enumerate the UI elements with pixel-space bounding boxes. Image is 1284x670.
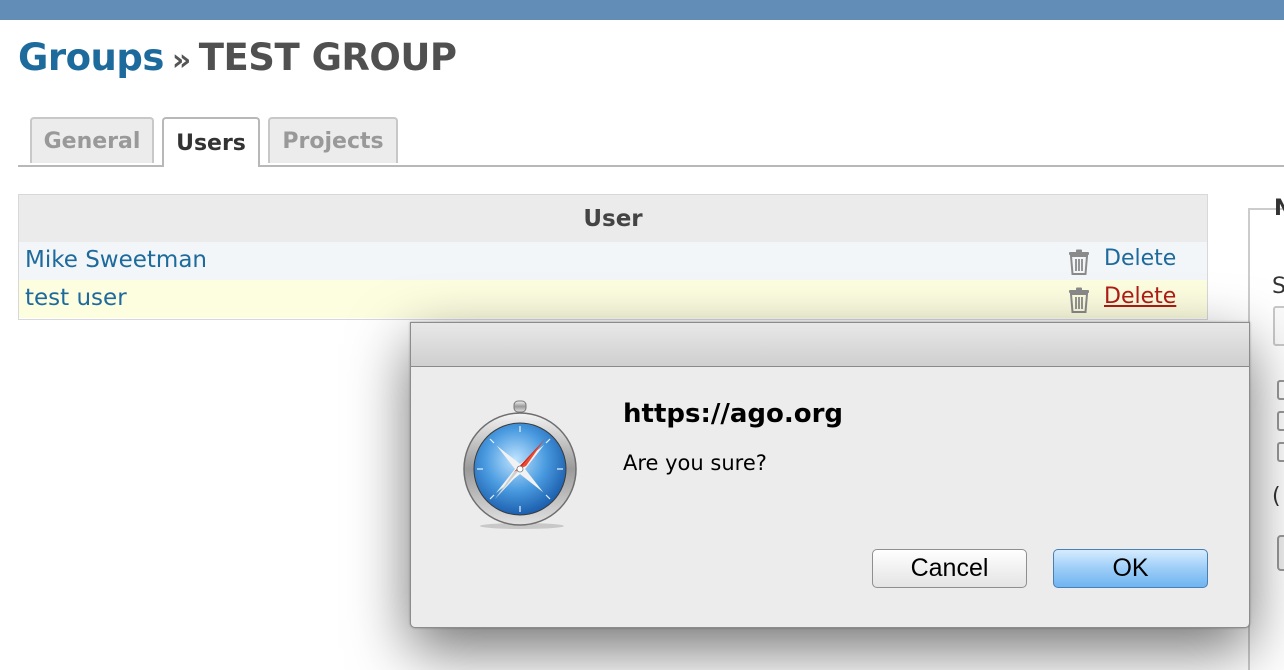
dialog-titlebar [411,323,1249,367]
side-panel-title-fragment: N [1274,196,1284,221]
tab-general[interactable]: General [30,117,154,163]
side-panel-checkbox[interactable] [1277,380,1284,400]
ok-button[interactable]: OK [1053,549,1208,588]
breadcrumb-current: TEST GROUP [198,36,457,79]
side-panel-checkbox[interactable] [1277,411,1284,431]
breadcrumb-separator: » [171,43,191,78]
side-panel-button[interactable] [1277,535,1284,571]
tab-users[interactable]: Users [162,117,260,167]
side-panel-text-fragment: ( [1272,484,1281,509]
top-bar [0,0,1284,20]
table-row: test user Delete [19,280,1207,318]
delete-link[interactable]: Delete [1104,246,1176,271]
users-table: User Mike Sweetman Delete test user Dele… [18,194,1208,320]
dialog-host-title: https://ago.org [623,399,844,429]
trash-icon[interactable] [1067,249,1091,275]
user-name-link[interactable]: test user [25,285,127,311]
safari-compass-icon [463,400,577,529]
cancel-button[interactable]: Cancel [872,549,1027,588]
table-row: Mike Sweetman Delete [19,242,1207,280]
side-panel-select[interactable] [1273,306,1284,346]
side-panel-checkbox[interactable] [1277,442,1284,462]
user-name-link[interactable]: Mike Sweetman [25,247,207,273]
confirm-dialog: https://ago.org Are you sure? Cancel OK [410,322,1250,628]
tab-bar: General Users Projects [18,117,1284,167]
column-header-user: User [19,195,1207,242]
breadcrumb-groups-link[interactable]: Groups [18,36,164,79]
tab-projects[interactable]: Projects [268,117,398,163]
delete-link[interactable]: Delete [1104,284,1176,309]
page-title: Groups» TEST GROUP [18,36,457,79]
dialog-message: Are you sure? [623,451,767,475]
side-panel-label-fragment: S [1272,274,1284,299]
trash-icon[interactable] [1067,287,1091,313]
